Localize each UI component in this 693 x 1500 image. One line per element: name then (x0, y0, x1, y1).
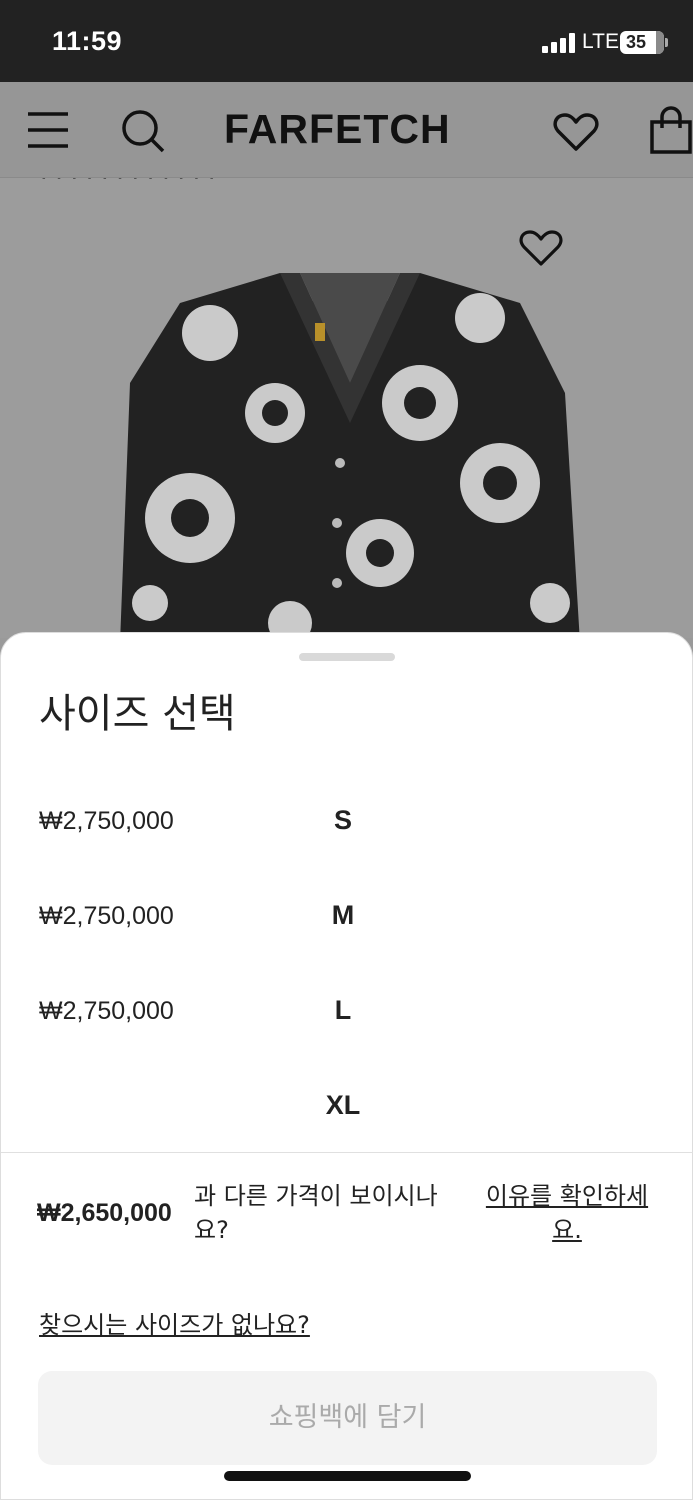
product-area: · · · · · · · · · · · · (0, 178, 693, 638)
price-reason-link[interactable]: 이유를 확인하세요. (475, 1179, 659, 1247)
network-label: LTE (582, 30, 619, 53)
reference-price: ₩2,650,000 (37, 1199, 172, 1227)
divider (1, 1152, 693, 1153)
size-option-l[interactable]: ₩2,750,000 L (1, 963, 693, 1058)
size-label: M (331, 900, 355, 930)
battery-icon: 35 (620, 31, 664, 54)
wishlist-icon[interactable] (553, 112, 599, 152)
product-image[interactable] (110, 273, 590, 638)
size-label: S (333, 805, 352, 835)
size-help-link[interactable]: 찾으시는 사이즈가 없나요? (39, 1305, 310, 1340)
size-option-xl[interactable]: XL (1, 1058, 693, 1153)
price-note-text: 과 다른 가격이 보이시나요? (194, 1182, 438, 1244)
truncated-product-text: · · · · · · · · · · · · (40, 178, 216, 192)
signal-icon (542, 33, 576, 53)
heart-icon[interactable] (518, 228, 564, 268)
shopping-bag-icon[interactable] (649, 106, 693, 154)
size-label: XL (325, 1090, 361, 1120)
battery-level: 35 (626, 32, 647, 52)
top-nav: FARFETCH (0, 82, 693, 178)
sheet-title: 사이즈 선택 (39, 691, 236, 737)
status-time: 11:59 (52, 26, 123, 56)
sheet-drag-handle[interactable] (299, 653, 395, 661)
size-price: ₩2,750,000 (39, 997, 174, 1025)
home-indicator (224, 1471, 471, 1481)
size-option-m[interactable]: ₩2,750,000 M (1, 868, 693, 963)
size-selection-sheet: 사이즈 선택 ₩2,750,000 S ₩2,750,000 M ₩2,750,… (0, 632, 693, 1500)
add-to-bag-button[interactable]: 쇼핑백에 담기 (38, 1371, 657, 1465)
status-bar: 11:59 LTE 35 (0, 0, 693, 82)
size-label: L (334, 995, 352, 1025)
search-icon[interactable] (120, 108, 166, 154)
menu-icon[interactable] (26, 108, 70, 152)
brand-logo[interactable]: FARFETCH (224, 106, 451, 153)
size-price: ₩2,750,000 (39, 807, 174, 835)
size-option-s[interactable]: ₩2,750,000 S (1, 773, 693, 868)
size-price: ₩2,750,000 (39, 902, 174, 930)
